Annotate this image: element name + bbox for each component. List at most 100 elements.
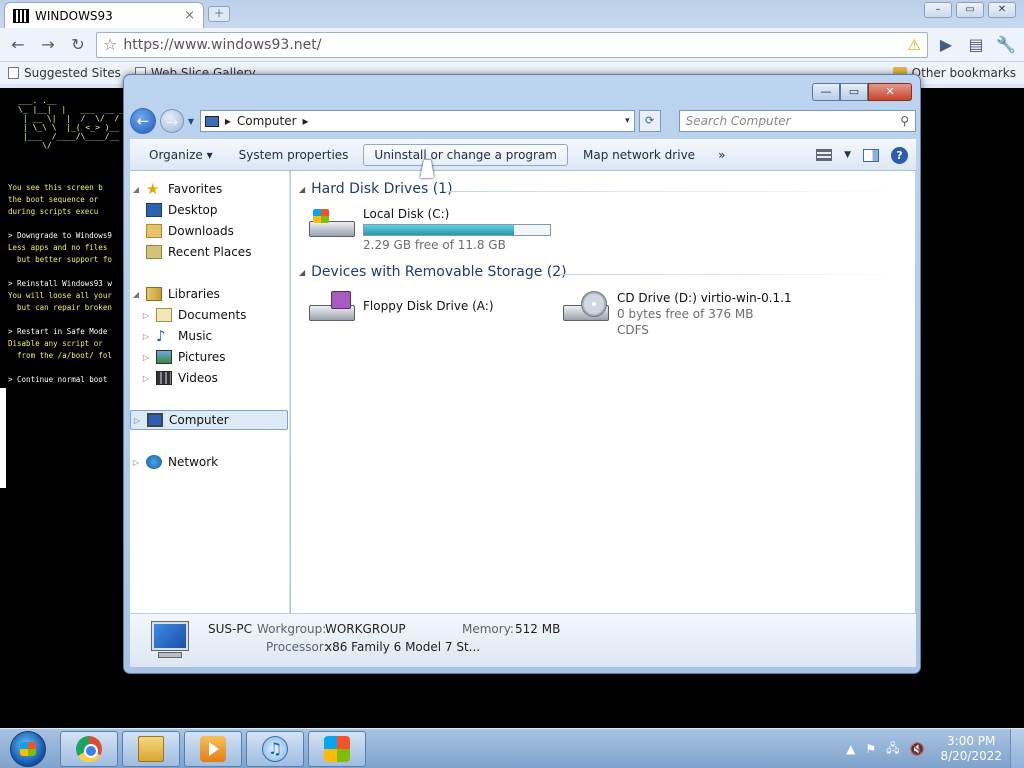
nav-libraries[interactable]: ◢ Libraries: [130, 284, 288, 304]
address-after-arrow[interactable]: ▸: [303, 114, 309, 128]
nav-videos[interactable]: ▷ Videos: [130, 368, 288, 388]
more-commands-chevron-icon[interactable]: »: [710, 148, 733, 162]
cd-drive-icon: [563, 291, 609, 327]
group-divider: [447, 191, 907, 192]
group-divider: [559, 274, 907, 275]
nav-pictures[interactable]: ▷ Pictures: [130, 347, 288, 367]
nav-recent-places[interactable]: Recent Places: [130, 242, 288, 262]
page-menu-icon[interactable]: ▤: [964, 33, 988, 57]
group-header-hard-disk[interactable]: ◢ Hard Disk Drives (1): [299, 181, 453, 197]
taskbar-windows[interactable]: [308, 731, 366, 767]
show-desktop-button[interactable]: [1010, 729, 1024, 768]
address-bar[interactable]: ☆ https://www.windows93.net/ ⚠: [96, 31, 928, 58]
nav-desktop[interactable]: Desktop: [130, 200, 288, 220]
system-properties-button[interactable]: System properties: [228, 144, 360, 166]
bookmark-star-icon[interactable]: ☆: [103, 35, 117, 54]
reload-icon[interactable]: ↻: [66, 33, 90, 57]
explorer-minimize-button[interactable]: —: [812, 83, 840, 101]
volume-muted-icon[interactable]: 🔇: [910, 742, 925, 756]
drive-local-c[interactable]: Local Disk (C:) 2.29 GB free of 11.8 GB: [309, 207, 551, 252]
address-root-arrow[interactable]: ▸: [225, 114, 231, 128]
libraries-icon: [146, 287, 162, 301]
boot-option-reinstall[interactable]: > Reinstall Windows93 w: [8, 278, 112, 290]
organize-button[interactable]: Organize ▾: [138, 144, 224, 166]
nav-computer[interactable]: ▷ Computer: [130, 410, 288, 430]
nav-music[interactable]: ▷ ♪ Music: [130, 326, 288, 346]
recent-pages-dropdown-icon[interactable]: ▼: [188, 117, 196, 126]
explorer-forward-icon[interactable]: →: [159, 109, 184, 133]
group-header-removable[interactable]: ◢ Devices with Removable Storage (2): [299, 264, 567, 280]
preview-pane-icon[interactable]: [863, 148, 879, 162]
boot-text-line: during scripts execu: [8, 207, 99, 216]
url-text[interactable]: https://www.windows93.net/: [123, 37, 901, 53]
drive-free-space: 0 bytes free of 376 MB: [617, 307, 754, 321]
tab-close-icon[interactable]: ×: [184, 8, 195, 23]
details-pane: SUS-PC Workgroup: WORKGROUP Memory: 512 …: [130, 613, 916, 667]
explorer-maximize-button[interactable]: ▭: [840, 83, 868, 101]
address-location[interactable]: Computer: [237, 114, 297, 128]
boot-text-line: from the /a/boot/ fol: [8, 351, 112, 360]
boot-option-safe-mode[interactable]: > Restart in Safe Mode: [8, 326, 107, 338]
nav-documents[interactable]: ▷ Documents: [130, 305, 288, 325]
memory-label: Memory:: [462, 622, 514, 636]
browser-minimize-button[interactable]: –: [924, 2, 952, 18]
collapse-arrow-icon[interactable]: ◢: [130, 185, 142, 194]
boot-option-downgrade[interactable]: > Downgrade to Windows9: [8, 230, 112, 242]
explorer-caption-buttons: — ▭ ✕: [812, 83, 912, 101]
address-dropdown-icon[interactable]: ▾: [625, 116, 630, 126]
music-note-icon: ♪: [156, 327, 166, 345]
collapse-arrow-icon[interactable]: ◢: [130, 290, 142, 299]
refresh-icon[interactable]: ⟳: [638, 110, 661, 132]
go-icon[interactable]: ▶: [934, 33, 958, 57]
page-edge-panel: [0, 388, 6, 488]
taskbar-media-player[interactable]: [184, 731, 242, 767]
explorer-window[interactable]: — ▭ ✕ ← → ▼ ▸ Computer ▸ ▾ ⟳ Search Comp…: [123, 74, 921, 674]
nav-network[interactable]: ▷ Network: [130, 452, 288, 472]
forward-arrow-icon[interactable]: →: [36, 33, 60, 57]
bookmark-suggested-sites[interactable]: Suggested Sites: [8, 66, 121, 80]
nav-downloads[interactable]: Downloads: [130, 221, 288, 241]
navigation-pane: ◢ ★ Favorites Desktop Downloads Recent P…: [130, 171, 290, 613]
drive-cd-d[interactable]: CD Drive (D:) virtio-win-0.1.1 0 bytes f…: [563, 291, 792, 337]
explorer-close-button[interactable]: ✕: [868, 83, 912, 101]
expand-arrow-icon[interactable]: ▷: [140, 353, 152, 362]
collapse-triangle-icon[interactable]: ◢: [299, 185, 305, 194]
windows-flag-icon: [324, 736, 350, 762]
action-center-flag-icon[interactable]: ⚑: [865, 742, 876, 756]
browser-tab[interactable]: WINDOWS93 ×: [4, 2, 204, 28]
change-view-icon[interactable]: [816, 149, 833, 161]
clock[interactable]: 3:00 PM 8/20/2022: [940, 734, 1002, 764]
taskbar-explorer[interactable]: [122, 731, 180, 767]
explorer-back-icon[interactable]: ←: [130, 108, 156, 134]
expand-arrow-icon[interactable]: ▷: [140, 311, 152, 320]
show-hidden-icons-icon[interactable]: ▲: [846, 742, 855, 756]
uninstall-program-button[interactable]: Uninstall or change a program: [363, 144, 568, 166]
taskbar-chrome[interactable]: [60, 731, 118, 767]
collapse-triangle-icon[interactable]: ◢: [299, 268, 305, 277]
warning-icon[interactable]: ⚠: [908, 36, 921, 54]
boot-option-continue[interactable]: > Continue normal boot: [8, 374, 107, 386]
command-bar: Organize ▾ System properties Uninstall o…: [130, 139, 916, 171]
view-dropdown-icon[interactable]: ▼: [844, 150, 851, 160]
downloads-folder-icon: [146, 224, 162, 238]
browser-maximize-button[interactable]: ▭: [956, 2, 984, 18]
new-tab-button[interactable]: +: [208, 6, 230, 22]
map-network-drive-button[interactable]: Map network drive: [572, 144, 706, 166]
network-icon[interactable]: 🖧: [886, 739, 899, 760]
drive-floppy-a[interactable]: Floppy Disk Drive (A:): [309, 291, 494, 327]
help-icon[interactable]: ?: [891, 146, 908, 164]
pc-name: SUS-PC: [208, 622, 252, 636]
start-button[interactable]: [2, 729, 54, 768]
expand-arrow-icon[interactable]: ▷: [140, 374, 152, 383]
expand-arrow-icon[interactable]: ▷: [131, 416, 143, 425]
taskbar-itunes[interactable]: ♫: [246, 731, 304, 767]
search-input[interactable]: Search Computer ⚲: [678, 110, 916, 132]
expand-arrow-icon[interactable]: ▷: [140, 332, 152, 341]
wrench-icon[interactable]: 🔧: [994, 33, 1018, 57]
explorer-address-box[interactable]: ▸ Computer ▸ ▾: [199, 110, 635, 132]
expand-arrow-icon[interactable]: ▷: [130, 458, 142, 467]
nav-favorites[interactable]: ◢ ★ Favorites: [130, 179, 288, 199]
back-arrow-icon[interactable]: ←: [6, 33, 30, 57]
browser-close-button[interactable]: ✕: [988, 2, 1016, 18]
search-icon[interactable]: ⚲: [900, 114, 909, 128]
